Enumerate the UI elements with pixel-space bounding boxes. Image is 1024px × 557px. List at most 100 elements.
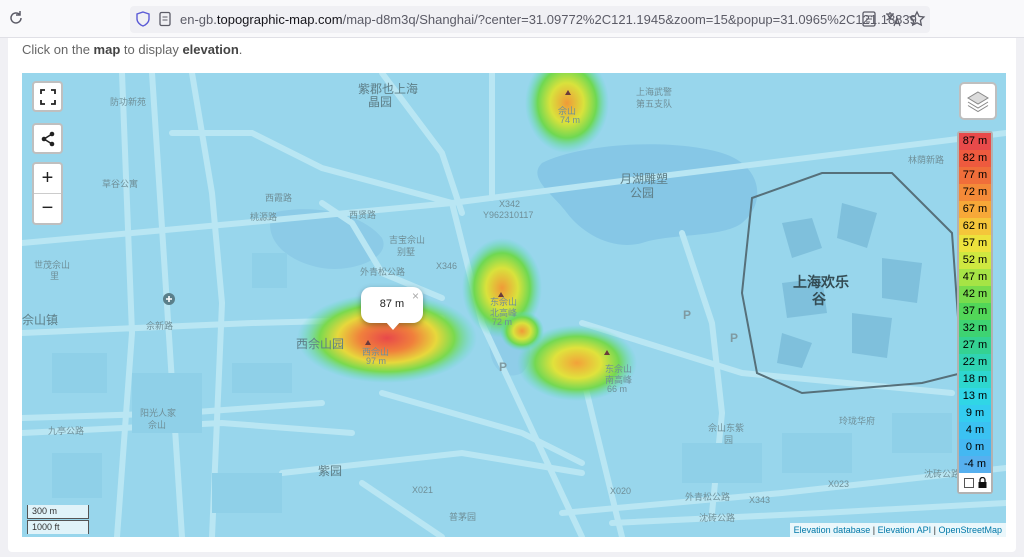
map-label: 普茅园 [449, 512, 477, 522]
map-label: 紫园 [318, 464, 343, 478]
zoom-out-button[interactable]: − [34, 194, 61, 223]
layers-button[interactable] [959, 82, 997, 120]
legend-row: 87 m [959, 133, 991, 150]
legend-row: 62 m [959, 218, 991, 235]
map-label: 佘山 [148, 420, 167, 430]
legend-row: 22 m [959, 354, 991, 371]
reader-view-icon[interactable] [860, 10, 878, 28]
elevation-map[interactable]: 紫郡也上海 晶园 防功新苑 佘山 74 m 上海武警 第五支队 月湖雕塑 公园 … [22, 73, 1006, 537]
elevation-legend: 87 m 82 m 77 m 72 m 67 m 62 m 57 m 52 m 47 m 42 m… [957, 131, 993, 494]
hint-post: . [238, 42, 243, 57]
scale-imperial: 1000 ft [27, 520, 89, 534]
popup-tip [385, 321, 401, 330]
map-label: 外青松公路 [685, 492, 731, 502]
map-label-amusement-park-2: 谷 [812, 291, 826, 307]
hint-pre: Click on the [22, 42, 94, 57]
map-label: Y962310117 [483, 210, 534, 220]
map-label: 桃源路 [250, 212, 278, 222]
share-icon [41, 131, 54, 146]
map-label: X023 [828, 479, 850, 489]
parking-icon: P [683, 308, 692, 322]
map-label: 沈砖公路 [699, 513, 736, 523]
map-label: X021 [412, 485, 434, 495]
popup-close-button[interactable]: × [412, 289, 419, 303]
legend-row: 42 m [959, 286, 991, 303]
map-label: X342 [499, 199, 521, 209]
map-label: 西佘山园 [296, 337, 345, 351]
zoom-in-button[interactable]: + [34, 164, 61, 193]
fullscreen-button[interactable] [34, 83, 61, 110]
map-label: 西霞路 [265, 193, 293, 203]
lock-icon[interactable] [978, 477, 987, 488]
legend-row: 32 m [959, 320, 991, 337]
map-label: 西贤路 [349, 210, 377, 220]
map-label: 第五支队 [636, 99, 673, 109]
map-label: 72 m [492, 317, 513, 327]
map-label: 74 m [560, 115, 581, 125]
legend-row: 37 m [959, 303, 991, 320]
map-label: 佘新路 [146, 321, 174, 331]
elevation-database-link[interactable]: Elevation database [794, 525, 871, 535]
scale-metric: 300 m [27, 505, 89, 519]
translate-icon[interactable] [884, 10, 902, 28]
zoom-control: + − [32, 162, 63, 225]
legend-row: 67 m [959, 201, 991, 218]
legend-row: 47 m [959, 269, 991, 286]
hint-mid: to display [120, 42, 183, 57]
map-label: 里 [50, 271, 60, 281]
map-label: 97 m [366, 356, 387, 366]
legend-row: 57 m [959, 235, 991, 252]
map-label-amusement-park: 上海欢乐 [793, 274, 849, 290]
elevation-popup: 87 m × [361, 287, 423, 330]
attribution-separator: | [870, 525, 878, 535]
map-label: 66 m [607, 384, 628, 394]
parking-icon: P [499, 360, 508, 374]
page-info-icon[interactable] [158, 11, 172, 27]
map-label: X343 [749, 495, 771, 505]
map-attribution: Elevation database | Elevation API | Ope… [789, 523, 1006, 537]
map-label: 外青松公路 [360, 267, 406, 277]
bookmark-star-icon[interactable] [908, 10, 926, 28]
map-label: 园 [724, 435, 734, 445]
map-label: 草谷公寓 [102, 179, 139, 189]
legend-row: 27 m [959, 337, 991, 354]
legend-row: 4 m [959, 422, 991, 439]
url-domain: topographic-map.com [216, 12, 343, 27]
browser-toolbar: en-gb.topographic-map.com/map-d8m3q/Shan… [0, 0, 1024, 38]
map-label: 防功新苑 [110, 97, 147, 107]
legend-row: -4 m [959, 456, 991, 473]
legend-row: 0 m [959, 439, 991, 456]
url-text[interactable]: en-gb.topographic-map.com/map-d8m3q/Shan… [180, 12, 917, 27]
map-label: 沈砖公路 [924, 469, 961, 479]
map-label: X346 [436, 261, 458, 271]
map-label: 林荫新路 [908, 155, 945, 165]
share-button[interactable] [34, 125, 61, 152]
map-label: 晶园 [368, 95, 393, 109]
reload-icon[interactable] [8, 10, 24, 26]
url-path: /map-d8m3q/Shanghai/?center=31.09772%2C1… [342, 12, 917, 27]
legend-row: 72 m [959, 184, 991, 201]
map-label: X020 [610, 486, 632, 496]
legend-row: 13 m [959, 388, 991, 405]
parking-icon: P [730, 331, 739, 345]
map-hint-text: Click on the map to display elevation. [22, 42, 242, 57]
legend-row: 52 m [959, 252, 991, 269]
shield-icon[interactable] [136, 11, 150, 27]
legend-row: 82 m [959, 150, 991, 167]
legend-row: 9 m [959, 405, 991, 422]
elevation-api-link[interactable]: Elevation API [878, 525, 932, 535]
legend-checkbox[interactable] [963, 477, 974, 488]
legend-row: 18 m [959, 371, 991, 388]
legend-footer [959, 473, 991, 492]
map-label: 公园 [630, 186, 655, 200]
url-prefix: en-gb. [180, 12, 217, 27]
fullscreen-icon [39, 88, 56, 105]
openstreetmap-link[interactable]: OpenStreetMap [938, 525, 1002, 535]
legend-rows: 87 m 82 m 77 m 72 m 67 m 62 m 57 m 52 m 47 m 42 m… [959, 133, 991, 473]
hint-map: map [93, 42, 121, 57]
map-label: 玲珑华府 [839, 416, 876, 426]
share-control[interactable] [32, 123, 63, 154]
layers-icon [967, 91, 989, 113]
hint-elevation: elevation [182, 42, 239, 57]
fullscreen-control[interactable] [32, 81, 63, 112]
